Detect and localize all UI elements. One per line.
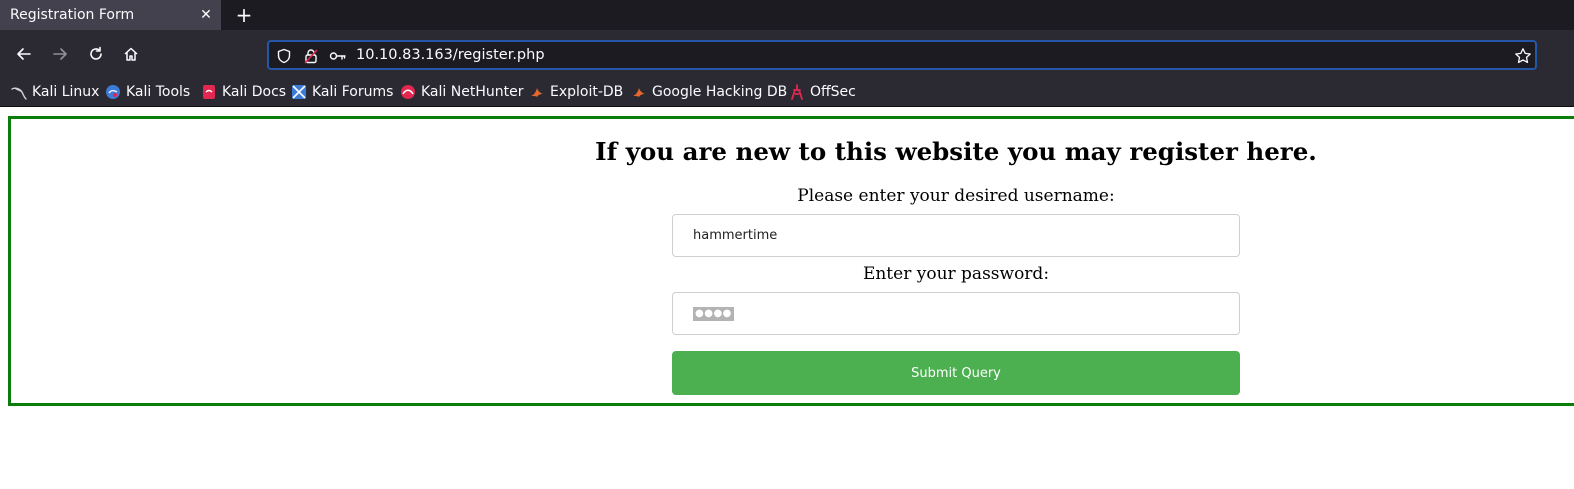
url-text: 10.10.83.163/register.php: [356, 47, 545, 63]
kali-docs-icon: [201, 84, 217, 100]
close-icon[interactable]: ✕: [195, 4, 217, 26]
password-input[interactable]: ●●●●: [672, 292, 1240, 335]
bookmark-kali-tools[interactable]: Kali Tools: [105, 82, 190, 102]
bookmark-offsec[interactable]: OffSec: [789, 82, 856, 102]
password-mask: ●●●●: [693, 306, 734, 321]
bookmark-label: Kali Docs: [222, 84, 287, 100]
submit-button[interactable]: Submit Query: [672, 351, 1240, 395]
bookmark-kali-nethunter[interactable]: Kali NetHunter: [400, 82, 523, 102]
url-bar[interactable]: 10.10.83.163/register.php: [267, 40, 1537, 70]
bookmark-label: Google Hacking DB: [652, 84, 788, 100]
home-icon[interactable]: [119, 42, 143, 66]
bookmark-exploit-db[interactable]: Exploit-DB: [529, 82, 623, 102]
bookmark-label: Kali Linux: [32, 84, 100, 100]
password-label: Enter your password:: [862, 264, 1050, 284]
offsec-icon: [789, 84, 805, 100]
bookmark-label: Exploit-DB: [550, 84, 624, 100]
bookmark-label: OffSec: [810, 84, 856, 100]
kali-forums-icon: [291, 84, 307, 100]
key-icon[interactable]: [329, 47, 347, 65]
shield-icon[interactable]: [275, 47, 293, 65]
tab-title: Registration Form: [10, 7, 135, 23]
bookmark-label: Kali Tools: [126, 84, 191, 100]
bookmarks-toolbar: Kali Linux Kali Tools Kali Docs Kali For…: [0, 78, 1574, 106]
reload-icon[interactable]: [84, 42, 108, 66]
insecure-lock-icon[interactable]: [302, 47, 320, 65]
bookmark-kali-docs[interactable]: Kali Docs: [201, 82, 286, 102]
bookmark-google-hacking-db[interactable]: Google Hacking DB: [631, 82, 787, 102]
exploit-db-icon: [529, 84, 545, 100]
kali-dragon-icon: [11, 84, 27, 100]
new-tab-button[interactable]: +: [232, 3, 256, 27]
toolbar-divider: [0, 106, 1574, 107]
back-arrow-icon[interactable]: [12, 42, 36, 66]
navigation-toolbar: 10.10.83.163/register.php: [0, 30, 1574, 78]
bookmark-kali-linux[interactable]: Kali Linux: [11, 82, 99, 102]
username-label: Please enter your desired username:: [797, 186, 1115, 206]
bookmark-kali-forums[interactable]: Kali Forums: [291, 82, 393, 102]
bookmark-star-icon[interactable]: [1514, 47, 1532, 65]
tab-registration-form[interactable]: Registration Form ✕: [0, 0, 221, 30]
nethunter-icon: [400, 84, 416, 100]
forward-arrow-icon[interactable]: [48, 42, 72, 66]
page-title: If you are new to this website you may r…: [595, 137, 1317, 166]
kali-tools-icon: [105, 84, 121, 100]
ghdb-icon: [631, 84, 647, 100]
bookmark-label: Kali Forums: [312, 84, 394, 100]
username-value: hammertime: [693, 228, 778, 243]
username-input[interactable]: hammertime: [672, 214, 1240, 257]
tab-strip: Registration Form ✕ +: [0, 0, 1574, 30]
bookmark-label: Kali NetHunter: [421, 84, 524, 100]
